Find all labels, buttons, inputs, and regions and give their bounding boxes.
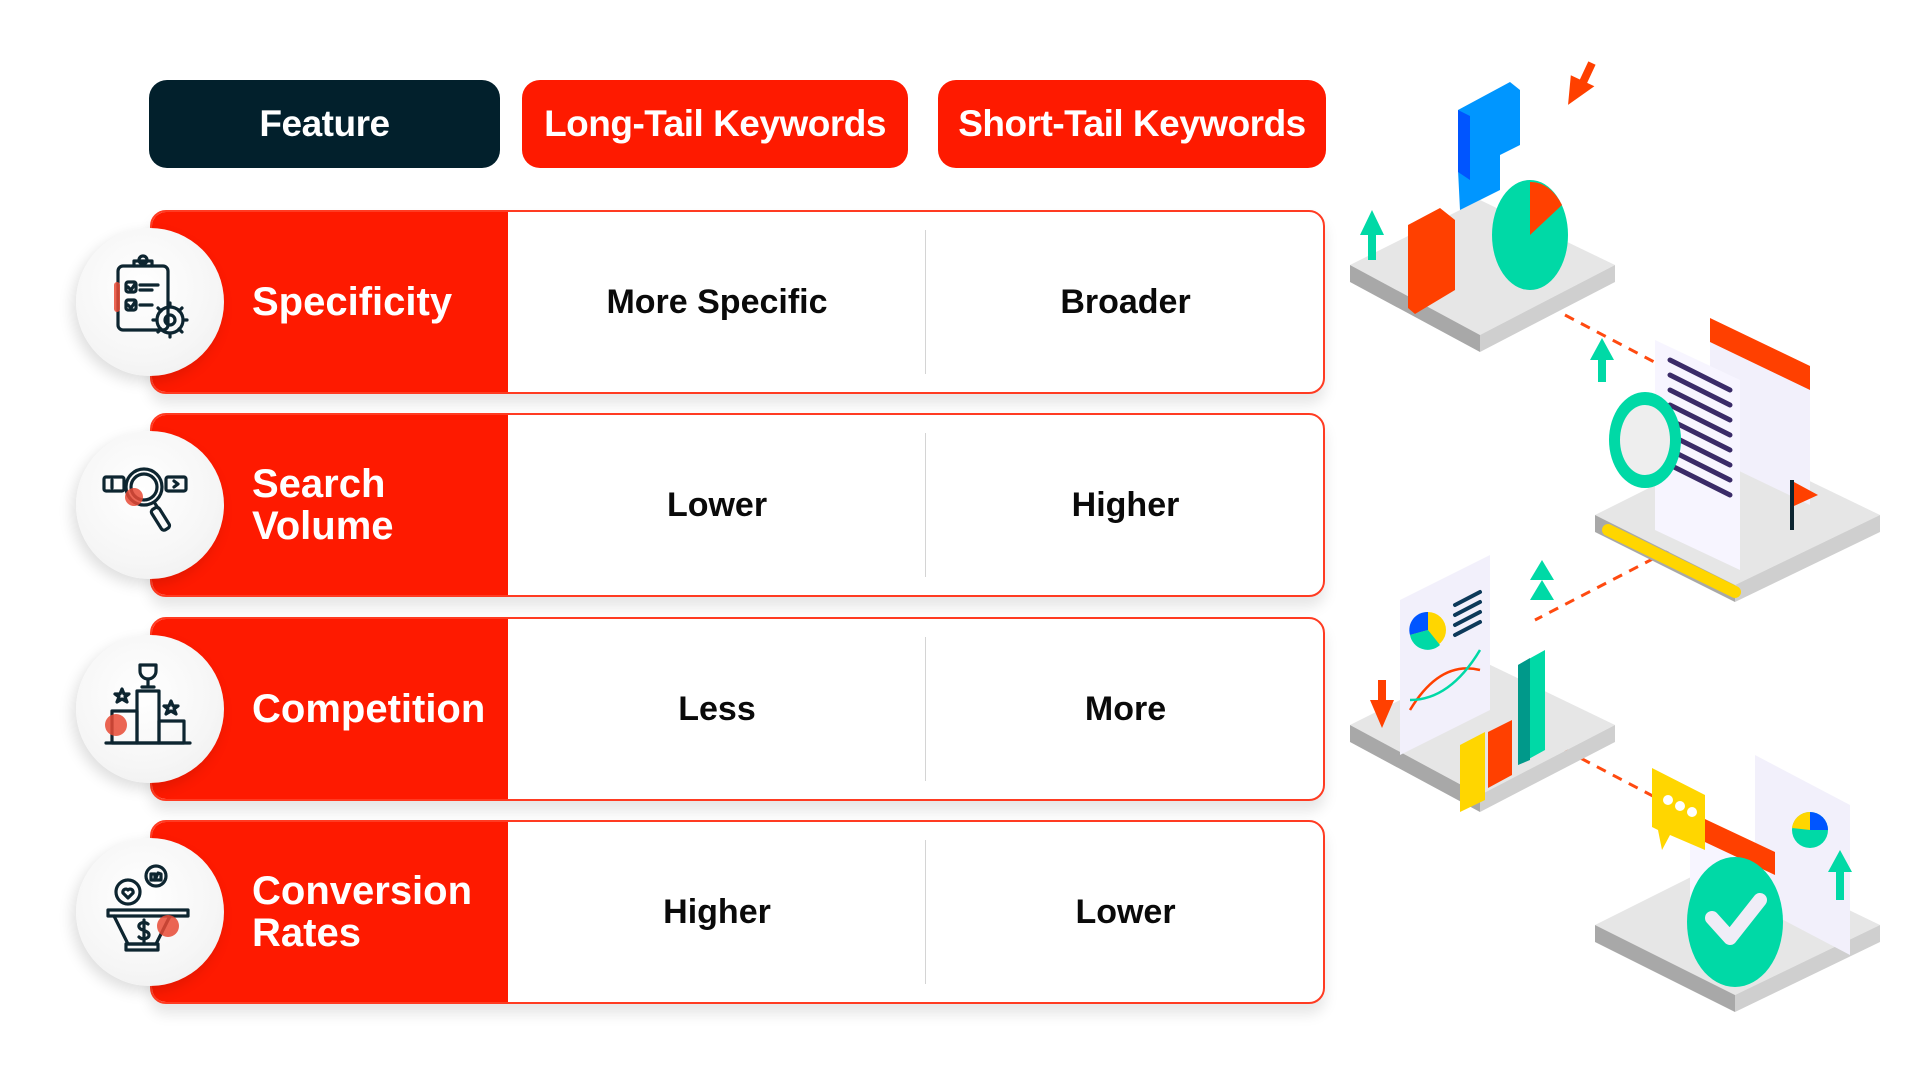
header-long-tail: Long-Tail Keywords xyxy=(522,80,908,168)
header-long-tail-label: Long-Tail Keywords xyxy=(544,103,886,144)
seo-illustration xyxy=(1340,60,1900,1020)
header-short-tail: Short-Tail Keywords xyxy=(938,80,1326,168)
row-card: Competition Less More xyxy=(150,617,1325,801)
table-row-specificity: Specificity More Specific Broader xyxy=(76,210,1325,394)
row-card: Conversion Rates Higher Lower xyxy=(150,820,1325,1004)
short-tail-value: Lower xyxy=(1075,892,1176,931)
feature-label: Conversion Rates xyxy=(252,869,473,955)
long-tail-value: Lower xyxy=(666,485,768,524)
puzzle-pie-scene xyxy=(1350,61,1615,352)
row-card: Specificity More Specific Broader xyxy=(150,210,1325,394)
search-magnifier-icon xyxy=(76,431,224,579)
arrow-up-icon xyxy=(1590,338,1614,382)
document-search-scene xyxy=(1590,318,1880,602)
table-row-competition: Competition Less More xyxy=(76,617,1325,801)
approval-check-scene xyxy=(1595,755,1880,1012)
feature-label: Specificity xyxy=(252,280,453,324)
short-tail-value: Higher xyxy=(1071,485,1180,524)
analytics-chart-scene xyxy=(1350,555,1615,812)
header-short-tail-label: Short-Tail Keywords xyxy=(958,103,1306,144)
funnel-dollar-icon xyxy=(76,838,224,986)
clipboard-gear-icon xyxy=(76,228,224,376)
arrow-down-icon xyxy=(1568,61,1596,105)
table-row-conversion-rates: Conversion Rates Higher Lower xyxy=(76,820,1325,1004)
row-card: Search Volume Lower Higher xyxy=(150,413,1325,597)
feature-label: Search Volume xyxy=(252,462,394,548)
header-feature: Feature xyxy=(149,80,500,168)
long-tail-value: Higher xyxy=(663,892,771,931)
long-tail-value: Less xyxy=(678,689,756,728)
trophy-podium-icon xyxy=(76,635,224,783)
header-feature-label: Feature xyxy=(259,103,390,144)
short-tail-value: Broader xyxy=(1060,282,1191,321)
long-tail-value: More Specific xyxy=(606,282,828,321)
feature-label: Competition xyxy=(252,687,486,731)
short-tail-value: More xyxy=(1084,689,1167,728)
table-row-search-volume: Search Volume Lower Higher xyxy=(76,413,1325,597)
